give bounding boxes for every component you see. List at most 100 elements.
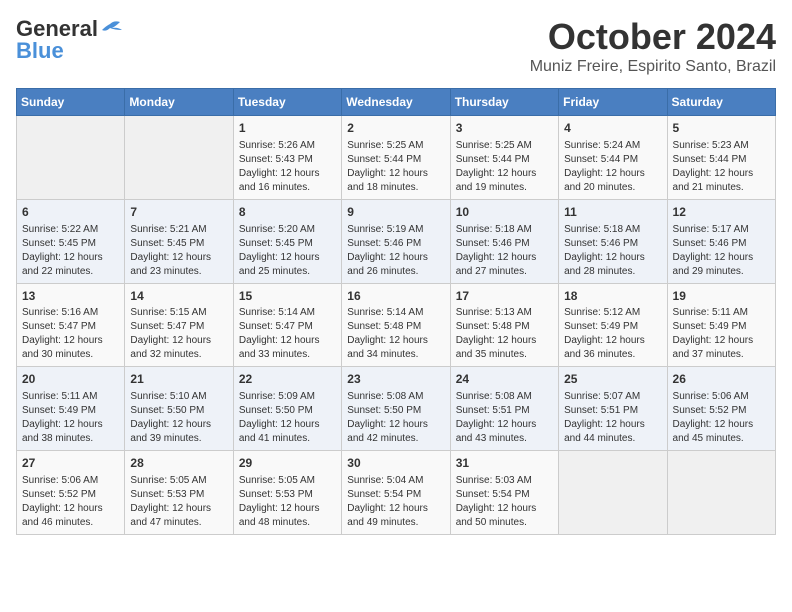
title-block: October 2024 Muniz Freire, Espirito Sant… — [530, 16, 776, 76]
day-cell: 15Sunrise: 5:14 AM Sunset: 5:47 PM Dayli… — [233, 283, 341, 367]
day-number: 18 — [564, 288, 661, 305]
day-cell — [17, 116, 125, 200]
day-number: 31 — [456, 455, 553, 472]
day-info: Sunrise: 5:06 AM Sunset: 5:52 PM Dayligh… — [673, 390, 770, 446]
day-cell — [667, 451, 775, 535]
day-info: Sunrise: 5:14 AM Sunset: 5:48 PM Dayligh… — [347, 306, 444, 362]
day-info: Sunrise: 5:06 AM Sunset: 5:52 PM Dayligh… — [22, 474, 119, 530]
day-number: 7 — [130, 204, 227, 221]
page-header: General Blue October 2024 Muniz Freire, … — [16, 16, 776, 76]
day-info: Sunrise: 5:20 AM Sunset: 5:45 PM Dayligh… — [239, 223, 336, 279]
week-row-5: 27 Sunrise: 5:06 AM Sunset: 5:52 PM Dayli… — [17, 451, 776, 535]
location-title: Muniz Freire, Espirito Santo, Brazil — [530, 58, 776, 76]
day-cell — [125, 116, 233, 200]
day-info: Sunrise: 5:15 AM Sunset: 5:47 PM Dayligh… — [130, 306, 227, 362]
day-number: 21 — [130, 371, 227, 388]
day-number: 17 — [456, 288, 553, 305]
day-number: 29 — [239, 455, 336, 472]
day-cell: 20 Sunrise: 5:11 AM Sunset: 5:49 PM Dayli… — [17, 367, 125, 451]
day-number: 30 — [347, 455, 444, 472]
day-cell: 9Sunrise: 5:19 AM Sunset: 5:46 PM Daylig… — [342, 199, 450, 283]
day-info: Sunrise: 5:16 AM Sunset: 5:47 PM Dayligh… — [22, 306, 119, 362]
day-number: 13 — [22, 288, 119, 305]
day-info: Sunrise: 5:21 AM Sunset: 5:45 PM Dayligh… — [130, 223, 227, 279]
col-header-saturday: Saturday — [667, 89, 775, 116]
calendar-table: SundayMondayTuesdayWednesdayThursdayFrid… — [16, 88, 776, 535]
day-cell: 29 Sunrise: 5:05 AM Sunset: 5:53 PM Dayli… — [233, 451, 341, 535]
day-number: 24 — [456, 371, 553, 388]
day-info: Sunrise: 5:23 AM Sunset: 5:44 PM Dayligh… — [673, 139, 770, 195]
day-number: 22 — [239, 371, 336, 388]
day-info: Sunrise: 5:03 AM Sunset: 5:54 PM Dayligh… — [456, 474, 553, 530]
day-cell: 1 Sunrise: 5:26 AM Sunset: 5:43 PM Daylig… — [233, 116, 341, 200]
day-cell: 14Sunrise: 5:15 AM Sunset: 5:47 PM Dayli… — [125, 283, 233, 367]
day-cell: 11 Sunrise: 5:18 AM Sunset: 5:46 PM Dayli… — [559, 199, 667, 283]
day-info: Sunrise: 5:08 AM Sunset: 5:51 PM Dayligh… — [456, 390, 553, 446]
day-number: 9 — [347, 204, 444, 221]
day-cell: 2 Sunrise: 5:25 AM Sunset: 5:44 PM Daylig… — [342, 116, 450, 200]
col-header-monday: Monday — [125, 89, 233, 116]
day-cell: 8Sunrise: 5:20 AM Sunset: 5:45 PM Daylig… — [233, 199, 341, 283]
day-info: Sunrise: 5:17 AM Sunset: 5:46 PM Dayligh… — [673, 223, 770, 279]
day-info: Sunrise: 5:18 AM Sunset: 5:46 PM Dayligh… — [456, 223, 553, 279]
month-title: October 2024 — [530, 16, 776, 58]
day-info: Sunrise: 5:05 AM Sunset: 5:53 PM Dayligh… — [239, 474, 336, 530]
day-info: Sunrise: 5:25 AM Sunset: 5:44 PM Dayligh… — [347, 139, 444, 195]
day-number: 2 — [347, 120, 444, 137]
day-info: Sunrise: 5:04 AM Sunset: 5:54 PM Dayligh… — [347, 474, 444, 530]
week-row-4: 20 Sunrise: 5:11 AM Sunset: 5:49 PM Dayli… — [17, 367, 776, 451]
day-info: Sunrise: 5:07 AM Sunset: 5:51 PM Dayligh… — [564, 390, 661, 446]
day-number: 26 — [673, 371, 770, 388]
day-info: Sunrise: 5:08 AM Sunset: 5:50 PM Dayligh… — [347, 390, 444, 446]
col-header-tuesday: Tuesday — [233, 89, 341, 116]
day-cell: 5Sunrise: 5:23 AM Sunset: 5:44 PM Daylig… — [667, 116, 775, 200]
day-number: 3 — [456, 120, 553, 137]
day-number: 4 — [564, 120, 661, 137]
day-cell: 23 Sunrise: 5:08 AM Sunset: 5:50 PM Dayli… — [342, 367, 450, 451]
day-number: 23 — [347, 371, 444, 388]
day-cell: 30 Sunrise: 5:04 AM Sunset: 5:54 PM Dayli… — [342, 451, 450, 535]
day-info: Sunrise: 5:09 AM Sunset: 5:50 PM Dayligh… — [239, 390, 336, 446]
day-info: Sunrise: 5:11 AM Sunset: 5:49 PM Dayligh… — [673, 306, 770, 362]
day-cell: 27 Sunrise: 5:06 AM Sunset: 5:52 PM Dayli… — [17, 451, 125, 535]
day-number: 1 — [239, 120, 336, 137]
day-number: 25 — [564, 371, 661, 388]
day-number: 20 — [22, 371, 119, 388]
day-info: Sunrise: 5:11 AM Sunset: 5:49 PM Dayligh… — [22, 390, 119, 446]
day-number: 12 — [673, 204, 770, 221]
day-info: Sunrise: 5:10 AM Sunset: 5:50 PM Dayligh… — [130, 390, 227, 446]
week-row-1: 1 Sunrise: 5:26 AM Sunset: 5:43 PM Daylig… — [17, 116, 776, 200]
day-cell: 17Sunrise: 5:13 AM Sunset: 5:48 PM Dayli… — [450, 283, 558, 367]
day-info: Sunrise: 5:22 AM Sunset: 5:45 PM Dayligh… — [22, 223, 119, 279]
day-cell: 18Sunrise: 5:12 AM Sunset: 5:49 PM Dayli… — [559, 283, 667, 367]
day-number: 27 — [22, 455, 119, 472]
day-info: Sunrise: 5:18 AM Sunset: 5:46 PM Dayligh… — [564, 223, 661, 279]
day-cell: 28Sunrise: 5:05 AM Sunset: 5:53 PM Dayli… — [125, 451, 233, 535]
day-info: Sunrise: 5:25 AM Sunset: 5:44 PM Dayligh… — [456, 139, 553, 195]
col-header-wednesday: Wednesday — [342, 89, 450, 116]
col-header-sunday: Sunday — [17, 89, 125, 116]
day-number: 6 — [22, 204, 119, 221]
day-number: 16 — [347, 288, 444, 305]
day-info: Sunrise: 5:14 AM Sunset: 5:47 PM Dayligh… — [239, 306, 336, 362]
day-number: 28 — [130, 455, 227, 472]
week-row-2: 6 Sunrise: 5:22 AM Sunset: 5:45 PM Daylig… — [17, 199, 776, 283]
day-info: Sunrise: 5:13 AM Sunset: 5:48 PM Dayligh… — [456, 306, 553, 362]
day-cell: 10Sunrise: 5:18 AM Sunset: 5:46 PM Dayli… — [450, 199, 558, 283]
day-number: 19 — [673, 288, 770, 305]
day-cell: 12 Sunrise: 5:17 AM Sunset: 5:46 PM Dayli… — [667, 199, 775, 283]
day-cell: 24 Sunrise: 5:08 AM Sunset: 5:51 PM Dayli… — [450, 367, 558, 451]
day-cell: 31 Sunrise: 5:03 AM Sunset: 5:54 PM Dayli… — [450, 451, 558, 535]
day-number: 14 — [130, 288, 227, 305]
col-header-thursday: Thursday — [450, 89, 558, 116]
week-row-3: 13Sunrise: 5:16 AM Sunset: 5:47 PM Dayli… — [17, 283, 776, 367]
logo: General Blue — [16, 16, 122, 64]
day-number: 15 — [239, 288, 336, 305]
day-cell: 21 Sunrise: 5:10 AM Sunset: 5:50 PM Dayli… — [125, 367, 233, 451]
day-cell: 7 Sunrise: 5:21 AM Sunset: 5:45 PM Daylig… — [125, 199, 233, 283]
col-header-friday: Friday — [559, 89, 667, 116]
day-info: Sunrise: 5:24 AM Sunset: 5:44 PM Dayligh… — [564, 139, 661, 195]
day-info: Sunrise: 5:26 AM Sunset: 5:43 PM Dayligh… — [239, 139, 336, 195]
day-number: 11 — [564, 204, 661, 221]
header-row: SundayMondayTuesdayWednesdayThursdayFrid… — [17, 89, 776, 116]
